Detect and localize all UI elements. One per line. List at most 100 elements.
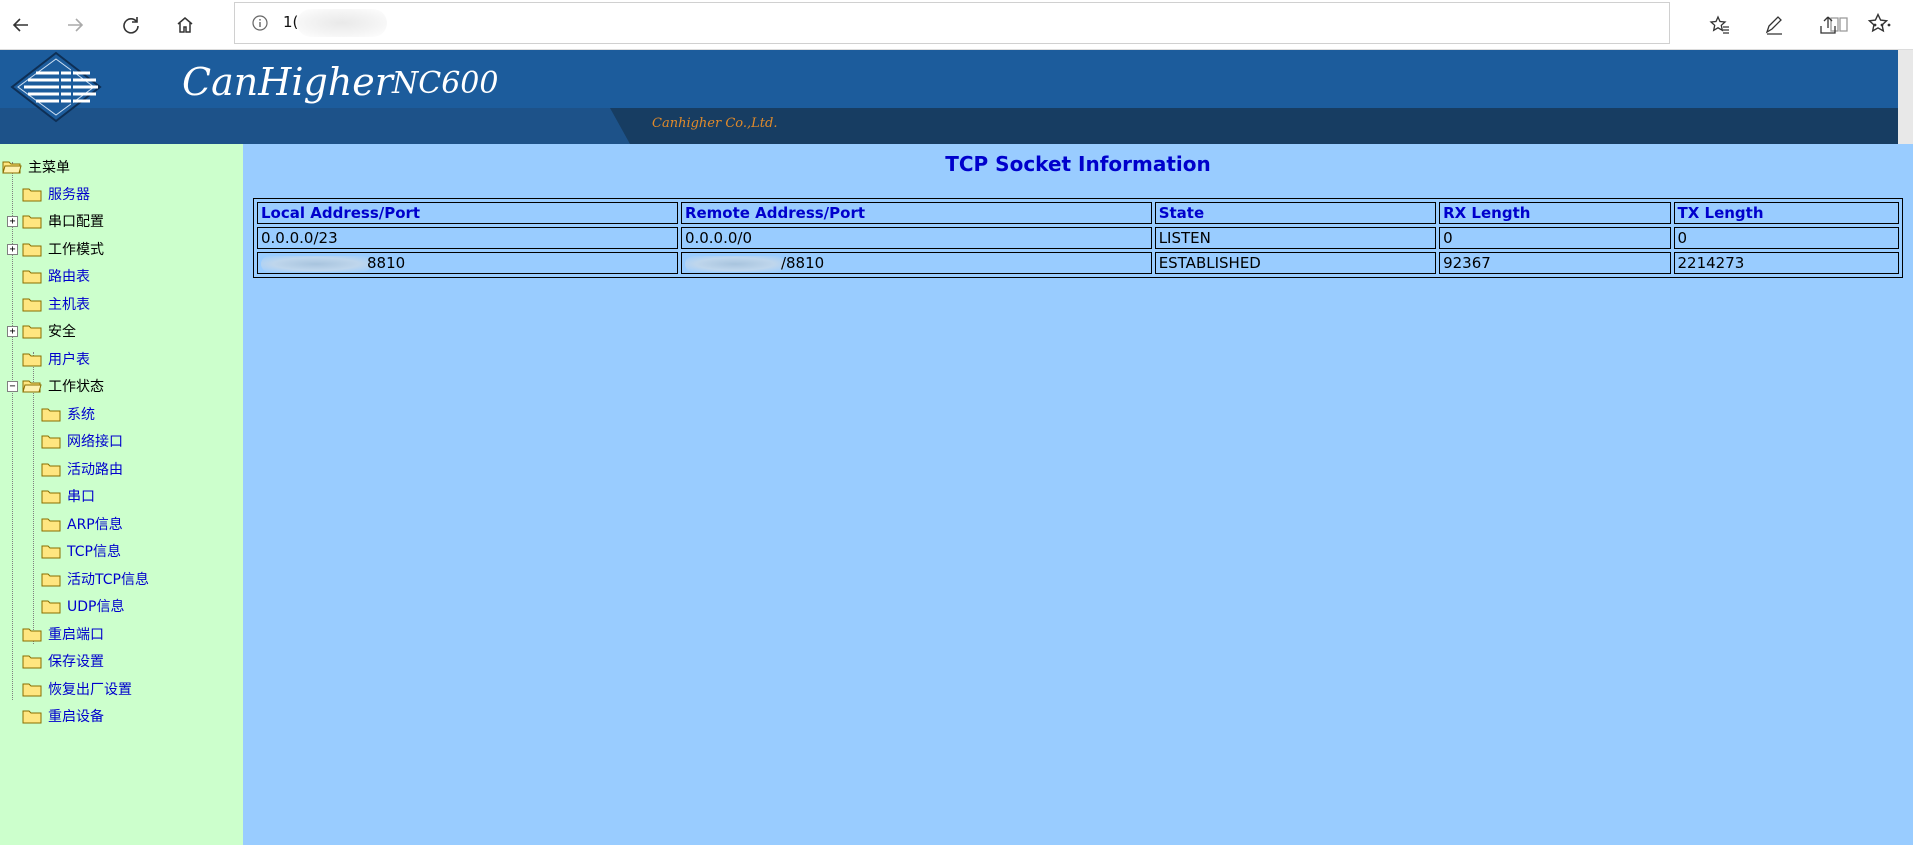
- folder-icon: [22, 628, 42, 642]
- model-name: NC600: [392, 66, 499, 101]
- open-folder-icon: [22, 380, 42, 393]
- table-cell: 2214273: [1673, 252, 1899, 274]
- redaction-mask: [684, 255, 785, 272]
- folder-icon: [22, 243, 42, 257]
- expand-icon[interactable]: +: [7, 244, 18, 255]
- sidebar-item-host-table[interactable]: 主机表: [22, 293, 90, 315]
- folder-icon: [41, 545, 61, 559]
- sidebar-subitem-label: 活动路由: [67, 462, 123, 478]
- more-icon[interactable]: [1865, 8, 1899, 42]
- folder-icon: [41, 463, 61, 477]
- sidebar-item-user-table[interactable]: 用户表: [22, 348, 90, 370]
- sidebar-item-route-table[interactable]: 路由表: [22, 265, 90, 287]
- home-icon[interactable]: [168, 8, 202, 42]
- sidebar-item-label: 路由表: [48, 269, 90, 285]
- sidebar-item-factory-reset[interactable]: 恢复出厂设置: [22, 678, 132, 700]
- address-bar[interactable]: 1(: [234, 2, 1889, 44]
- table-cell: 0.0.0.0/23: [257, 227, 678, 249]
- main-content: TCP Socket Information Local Address/Por…: [243, 144, 1913, 845]
- folder-icon: [22, 215, 42, 229]
- sidebar-item-label: 重启设备: [48, 709, 104, 725]
- column-header: Local Address/Port: [257, 202, 678, 224]
- cell-text: /8810: [780, 254, 825, 272]
- table-cell: LISTEN: [1154, 227, 1437, 249]
- folder-icon: [41, 435, 61, 449]
- sidebar-item-label: 服务器: [48, 187, 90, 203]
- table-cell: 0: [1439, 227, 1671, 249]
- folder-icon: [41, 573, 61, 587]
- collapse-icon[interactable]: −: [7, 381, 18, 392]
- table-cell: /8810: [680, 252, 1152, 274]
- sidebar-subitem-tcp-info[interactable]: TCP信息: [41, 540, 121, 562]
- sidebar-subitem-label: 系统: [67, 407, 95, 423]
- sidebar-item-server[interactable]: 服务器: [22, 183, 90, 205]
- table-cell: 8810: [257, 252, 678, 274]
- page-title: TCP Socket Information: [945, 152, 1211, 176]
- folder-icon: [41, 408, 61, 422]
- table-header-row: Local Address/Port Remote Address/Port S…: [257, 202, 1899, 224]
- info-icon[interactable]: [251, 14, 269, 32]
- sidebar-subitem-network-interface[interactable]: 网络接口: [41, 430, 123, 452]
- scrollbar-track[interactable]: [1898, 50, 1913, 144]
- column-header: State: [1154, 202, 1437, 224]
- folder-icon: [41, 490, 61, 504]
- pen-icon[interactable]: [1757, 8, 1791, 42]
- sidebar-subitem-serial-port[interactable]: 串口: [41, 485, 95, 507]
- table-cell: 0.0.0.0/0: [680, 227, 1152, 249]
- browser-toolbar: 1(: [0, 0, 1913, 50]
- sidebar-item-serial-config[interactable]: 串口配置: [22, 210, 104, 232]
- sidebar-item-label: 用户表: [48, 352, 90, 368]
- sidebar-item-work-status[interactable]: 工作状态: [22, 375, 104, 397]
- cell-text: 8810: [367, 254, 406, 272]
- forward-icon[interactable]: [58, 8, 92, 42]
- refresh-icon[interactable]: [114, 8, 148, 42]
- folder-icon: [22, 188, 42, 202]
- sidebar-subitem-arp-info[interactable]: ARP信息: [41, 513, 123, 535]
- sidebar-item-label: 串口配置: [48, 214, 104, 230]
- folder-icon: [41, 600, 61, 614]
- sidebar-item-label: 恢复出厂设置: [48, 682, 132, 698]
- folder-icon: [22, 655, 42, 669]
- expand-icon[interactable]: +: [7, 216, 18, 227]
- tcp-socket-table: Local Address/Port Remote Address/Port S…: [253, 198, 1903, 278]
- sidebar-subitem-label: 网络接口: [67, 434, 123, 450]
- redaction-mask: [261, 255, 371, 272]
- sidebar-subitem-label: 串口: [67, 489, 95, 505]
- column-header: Remote Address/Port: [680, 202, 1152, 224]
- address-redaction: [297, 9, 387, 37]
- expand-icon[interactable]: +: [7, 326, 18, 337]
- table-cell: ESTABLISHED: [1154, 252, 1437, 274]
- sidebar-item-reboot-device[interactable]: 重启设备: [22, 705, 104, 727]
- folder-icon: [22, 325, 42, 339]
- share-icon[interactable]: [1811, 8, 1845, 42]
- back-icon[interactable]: [4, 8, 38, 42]
- company-logo-icon: [10, 51, 102, 123]
- sidebar-item-label: 工作状态: [48, 379, 104, 395]
- sidebar-subitem-label: UDP信息: [67, 599, 125, 615]
- sidebar-menu: 主菜单 服务器 + 串口配置 + 工作模式 路由表 主机表 + 安全 用户表 −…: [0, 144, 243, 845]
- folder-icon: [22, 353, 42, 367]
- sidebar-item-save-settings[interactable]: 保存设置: [22, 650, 104, 672]
- tree-root-label: 主菜单: [28, 160, 70, 176]
- sidebar-item-security[interactable]: 安全: [22, 320, 76, 342]
- open-folder-icon: [2, 161, 22, 174]
- table-row: 0.0.0.0/23 0.0.0.0/0 LISTEN 0 0: [257, 227, 1899, 249]
- sidebar-item-label: 主机表: [48, 297, 90, 313]
- folder-icon: [22, 270, 42, 284]
- tree-root[interactable]: 主菜单: [2, 156, 70, 178]
- sidebar-item-label: 安全: [48, 324, 76, 340]
- sidebar-subitem-active-tcp-info[interactable]: 活动TCP信息: [41, 568, 149, 590]
- sidebar-subitem-udp-info[interactable]: UDP信息: [41, 595, 124, 617]
- header-banner: CanHigher NC600 Canhigher Co.,Ltd.: [0, 50, 1913, 144]
- column-header: TX Length: [1673, 202, 1899, 224]
- sidebar-subitem-active-routes[interactable]: 活动路由: [41, 458, 123, 480]
- sidebar-item-work-mode[interactable]: 工作模式: [22, 238, 104, 260]
- folder-icon: [22, 298, 42, 312]
- sidebar-item-label: 保存设置: [48, 654, 104, 670]
- table-cell: 92367: [1439, 252, 1671, 274]
- folder-icon: [41, 518, 61, 532]
- sidebar-item-restart-port[interactable]: 重启端口: [22, 623, 104, 645]
- brand-name: CanHigher: [182, 60, 393, 104]
- sidebar-subitem-system[interactable]: 系统: [41, 403, 95, 425]
- favorites-icon[interactable]: [1703, 8, 1737, 42]
